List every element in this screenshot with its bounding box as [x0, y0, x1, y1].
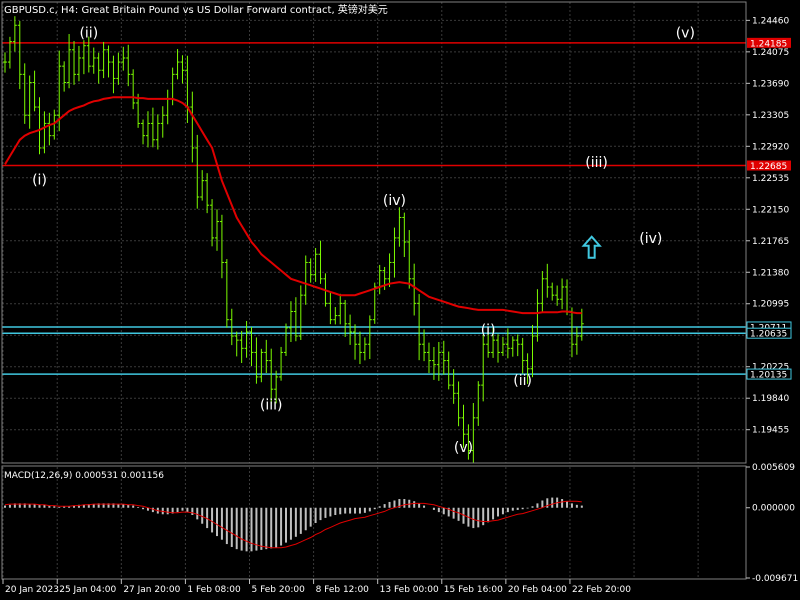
price-tick-label: 1.20995	[752, 300, 789, 310]
price-tick-label: 1.22920	[752, 142, 789, 152]
time-tick-label: 20 Jan 2023	[5, 585, 59, 595]
time-tick-label: 20 Feb 04:00	[508, 585, 567, 595]
symbol-title: GBPUSD.c, H4: Great Britain Pound vs US …	[4, 3, 388, 16]
chart-background	[0, 0, 800, 600]
level-price-label: 1.20135	[750, 371, 787, 381]
price-tick-label: 1.21765	[752, 237, 789, 247]
time-tick-label: 22 Feb 20:00	[572, 585, 631, 595]
wave-label: (ii)	[513, 373, 532, 389]
price-tick-label: 1.22535	[752, 174, 789, 184]
level-price-label: 1.22685	[750, 162, 787, 172]
price-tick-label: 1.24460	[752, 16, 789, 26]
wave-label: (iii)	[585, 155, 608, 171]
wave-label: (i)	[481, 322, 496, 338]
price-tick-label: 1.19840	[752, 394, 789, 404]
wave-label: (v)	[454, 440, 473, 456]
macd-tick-label: 0.005609	[752, 463, 795, 473]
wave-label: (ii)	[79, 26, 98, 42]
trading-chart[interactable]: (ii) (i) (iv) (iii) (v) (i) (ii) (v) (iii) (iv) 1…	[0, 0, 800, 600]
wave-label: (iii)	[260, 398, 283, 414]
wave-label: (iv)	[639, 231, 662, 247]
level-price-label: 1.20635	[750, 330, 787, 340]
macd-title: MACD(12,26,9) 0.000531 0.001156	[4, 471, 164, 481]
time-tick-label: 5 Feb 20:00	[252, 585, 306, 595]
wave-label: (v)	[676, 26, 695, 42]
time-tick-label: 25 Jan 04:00	[59, 585, 116, 595]
price-tick-label: 1.22150	[752, 205, 789, 215]
time-tick-label: 8 Feb 12:00	[316, 585, 370, 595]
time-tick-label: 13 Feb 00:00	[380, 585, 439, 595]
wave-label: (i)	[32, 173, 47, 189]
time-tick-label: 1 Feb 08:00	[187, 585, 241, 595]
time-tick-label: 15 Feb 16:00	[444, 585, 503, 595]
macd-tick-label: 0.000000	[752, 504, 795, 514]
macd-tick-label: -0.009671	[752, 574, 798, 584]
price-tick-label: 1.23690	[752, 79, 789, 89]
time-tick-label: 27 Jan 20:00	[123, 585, 180, 595]
price-tick-label: 1.19455	[752, 426, 789, 436]
level-price-label: 1.24185	[750, 39, 787, 49]
price-tick-label: 1.23305	[752, 111, 789, 121]
price-tick-label: 1.21380	[752, 268, 789, 278]
wave-label: (iv)	[383, 193, 406, 209]
